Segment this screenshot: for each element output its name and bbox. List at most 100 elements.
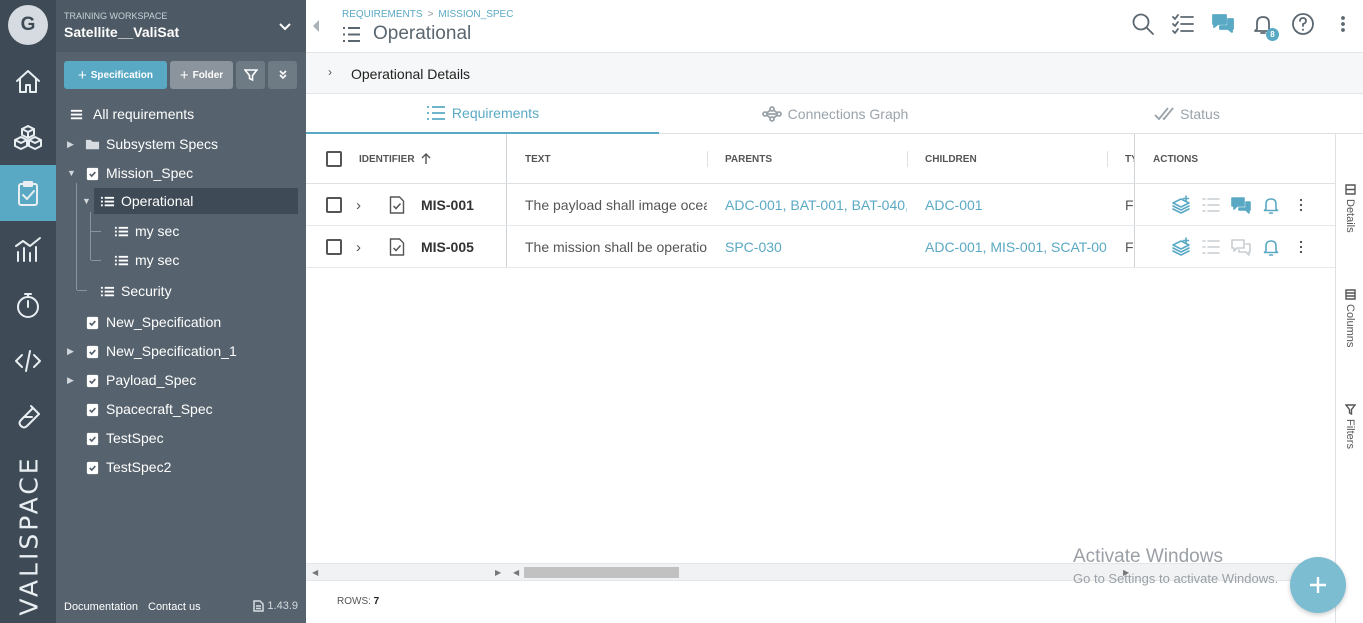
tree-item-all-requirements[interactable]: All requirements <box>68 101 298 127</box>
columns-icon <box>1344 289 1356 300</box>
workspace-selector[interactable]: TRAINING WORKSPACE Satellite__ValiSat <box>56 0 306 52</box>
requirement-parents[interactable]: SPC-030 <box>725 226 907 268</box>
requirements-nav[interactable] <box>0 165 56 221</box>
column-resize-handle[interactable] <box>707 151 708 167</box>
filter-button[interactable] <box>236 61 265 89</box>
tree-item-new-specification[interactable]: New_Specification <box>84 309 294 335</box>
analytics-nav[interactable] <box>0 221 56 277</box>
requirement-text[interactable]: The mission shall be operatio <box>525 226 707 268</box>
tab-requirements[interactable]: Requirements <box>306 94 659 134</box>
details-panel-toggle[interactable]: › Operational Details <box>306 52 1363 94</box>
tree-item-spacecraft-spec[interactable]: Spacecraft_Spec <box>84 396 294 422</box>
documentation-link[interactable]: Documentation <box>64 601 138 613</box>
caret-right-icon[interactable]: ▶ <box>67 375 77 385</box>
version-info: 1.43.9 <box>253 600 298 612</box>
contact-us-link[interactable]: Contact us <box>148 601 201 613</box>
scrollbar-thumb[interactable] <box>524 567 679 578</box>
add-requirement-fab[interactable] <box>1290 557 1346 613</box>
tree-item-testspec[interactable]: TestSpec <box>84 425 294 451</box>
breadcrumb-requirements[interactable]: REQUIREMENTS <box>342 9 423 20</box>
help-button[interactable] <box>1290 11 1316 37</box>
column-header-identifier[interactable]: IDENTIFIER <box>359 134 431 184</box>
tree-item-my-sec[interactable]: my sec <box>113 247 293 273</box>
tree-item-payload-spec[interactable]: ▶ Payload_Spec <box>66 367 296 393</box>
scroll-left-icon[interactable]: ◀ <box>513 568 519 577</box>
add-connection-button[interactable] <box>1171 237 1191 257</box>
requirement-parents[interactable]: ADC-001, BAT-001, BAT-040, B <box>725 184 907 226</box>
add-folder-button[interactable]: + Folder <box>170 61 233 89</box>
requirement-type[interactable]: F <box>1125 226 1134 268</box>
caret-right-icon[interactable]: ▶ <box>67 346 77 356</box>
row-count: ROWS: 7 <box>337 596 380 607</box>
notifications-button[interactable]: 8 <box>1250 11 1279 41</box>
caret-down-icon[interactable]: ▼ <box>67 168 77 178</box>
tree-item-subsystem-specs[interactable]: ▶ Subsystem Specs <box>66 131 296 157</box>
tree-item-new-specification-1[interactable]: ▶ New_Specification_1 <box>66 338 296 364</box>
discussion-button[interactable] <box>1231 195 1251 215</box>
requirement-identifier[interactable]: MIS-005 <box>421 226 474 268</box>
column-header-type[interactable]: TY <box>1125 134 1134 184</box>
tab-connections-graph[interactable]: Connections Graph <box>659 94 1011 134</box>
row-more-button[interactable] <box>1291 195 1311 215</box>
add-specification-button[interactable]: + Specification <box>64 61 167 89</box>
timeline-nav[interactable] <box>0 277 56 333</box>
add-connection-button[interactable] <box>1171 195 1191 215</box>
scroll-left-icon[interactable]: ◀ <box>312 568 318 577</box>
page-title: Operational <box>342 23 471 45</box>
expand-row-chevron-icon[interactable]: › <box>356 226 361 268</box>
checklist-action-button[interactable] <box>1201 237 1221 257</box>
tests-nav[interactable] <box>0 389 56 445</box>
scripting-nav[interactable] <box>0 333 56 389</box>
breadcrumb-mission-spec[interactable]: MISSION_SPEC <box>438 9 513 20</box>
document-icon <box>253 600 265 612</box>
checklist-button[interactable] <box>1170 11 1196 37</box>
row-checkbox[interactable] <box>326 226 342 268</box>
user-avatar[interactable]: G <box>8 5 48 45</box>
tree-item-security[interactable]: Security <box>99 278 289 304</box>
flask-icon <box>18 405 40 429</box>
tab-status[interactable]: Status <box>1011 94 1363 134</box>
notify-button[interactable] <box>1261 195 1281 215</box>
side-tab-details[interactable]: Details <box>1336 184 1363 233</box>
row-more-button[interactable] <box>1291 237 1311 257</box>
tree-item-my-sec[interactable]: my sec <box>113 218 293 244</box>
column-header-parents[interactable]: PARENTS <box>725 134 772 184</box>
components-nav[interactable] <box>0 109 56 165</box>
table-row[interactable]: › MIS-001 The payload shall image ocea A… <box>306 184 1335 226</box>
side-tab-filters[interactable]: Filters <box>1336 404 1363 449</box>
side-tab-columns[interactable]: Columns <box>1336 289 1363 347</box>
column-header-text[interactable]: TEXT <box>525 134 551 184</box>
search-button[interactable] <box>1130 11 1156 37</box>
column-resize-handle[interactable] <box>1107 151 1108 167</box>
select-all-checkbox[interactable] <box>326 134 342 184</box>
tree-item-mission-spec[interactable]: ▼ Mission_Spec <box>66 160 296 186</box>
discussion-button[interactable] <box>1231 237 1251 257</box>
chevron-down-icon[interactable] <box>278 19 292 33</box>
requirement-type[interactable]: F <box>1125 184 1134 226</box>
notify-button[interactable] <box>1261 237 1281 257</box>
checklist-action-button[interactable] <box>1201 195 1221 215</box>
caret-down-icon[interactable]: ▼ <box>82 196 92 206</box>
scroll-right-icon[interactable]: ▶ <box>495 568 501 577</box>
list-icon <box>68 106 84 122</box>
tree-item-operational[interactable]: ▼ Operational <box>82 188 298 214</box>
collapse-panel-handle[interactable] <box>306 0 326 52</box>
expand-all-button[interactable] <box>268 61 297 89</box>
requirement-children[interactable]: ADC-001 <box>925 184 1107 226</box>
caret-right-icon[interactable]: ▶ <box>67 139 77 149</box>
list-icon <box>99 283 115 299</box>
workspace-name: Satellite__ValiSat <box>64 24 180 40</box>
requirement-text[interactable]: The payload shall image ocea <box>525 184 707 226</box>
column-resize-handle[interactable] <box>907 151 908 167</box>
home-nav[interactable] <box>0 53 56 109</box>
row-checkbox[interactable] <box>326 184 342 226</box>
column-header-children[interactable]: CHILDREN <box>925 134 977 184</box>
expand-row-chevron-icon[interactable]: › <box>356 184 361 226</box>
more-menu-button[interactable] <box>1330 11 1356 37</box>
table-row[interactable]: › MIS-005 The mission shall be operatio … <box>306 226 1335 268</box>
discussions-button[interactable] <box>1210 11 1236 37</box>
checklist-icon <box>1202 198 1220 212</box>
requirement-identifier[interactable]: MIS-001 <box>421 184 474 226</box>
tree-item-testspec2[interactable]: TestSpec2 <box>84 454 294 480</box>
requirement-children[interactable]: ADC-001, MIS-001, SCAT-003 <box>925 226 1107 268</box>
